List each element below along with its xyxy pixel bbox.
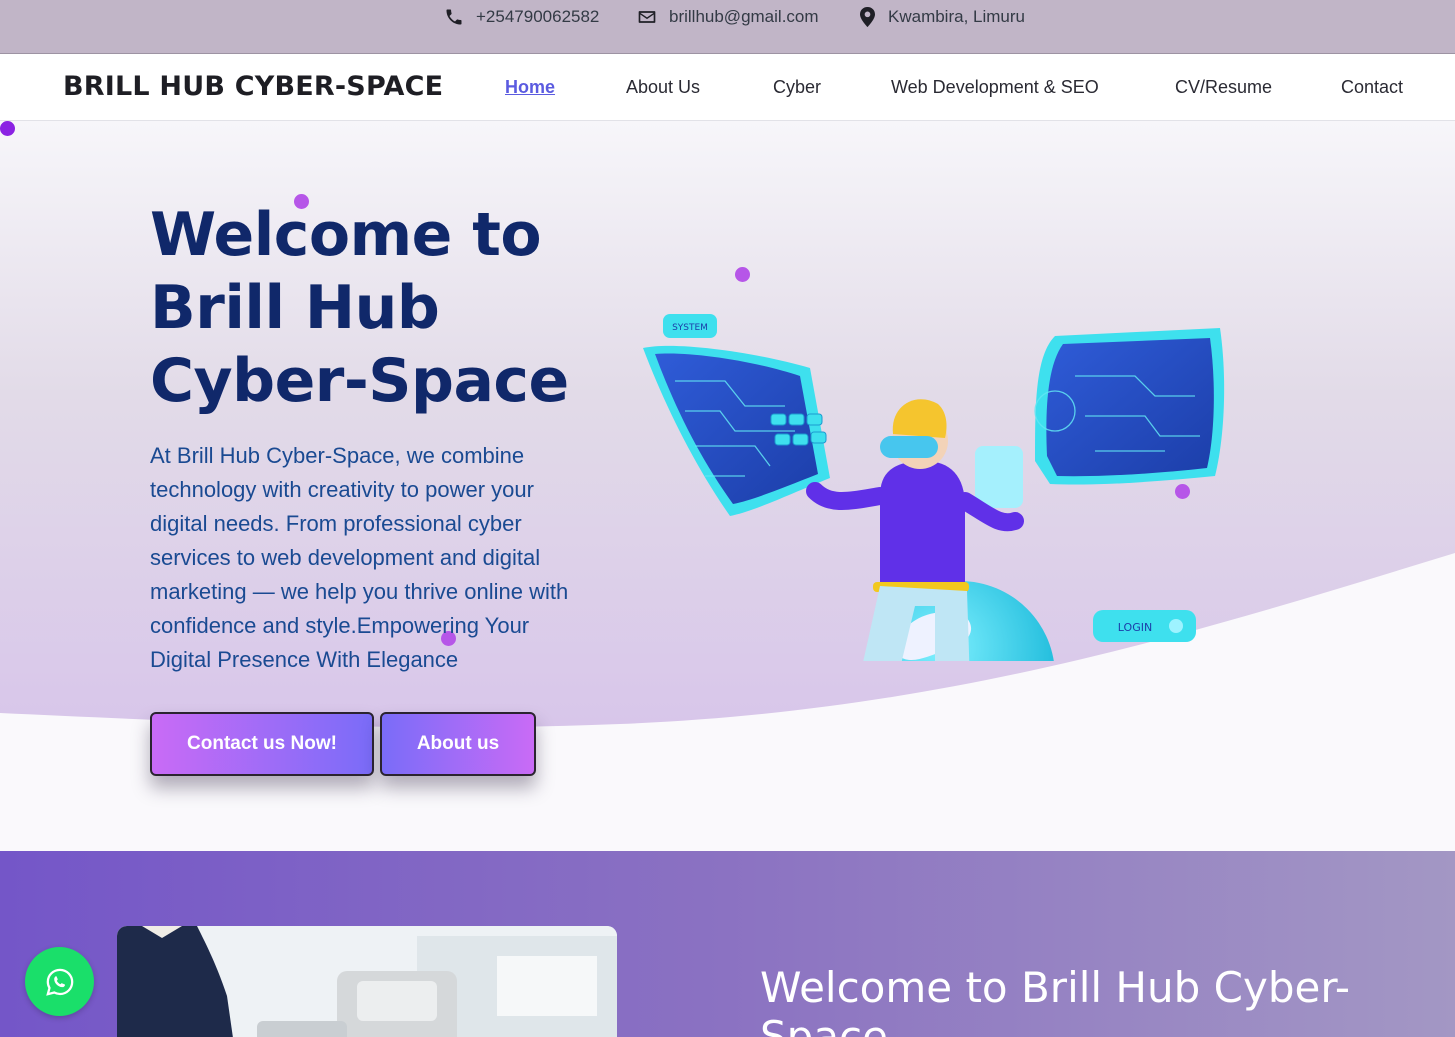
main-navbar: BRILL HUB CYBER-SPACE Home About Us Cybe… — [0, 55, 1455, 121]
hero-title-line: Cyber-Space — [150, 346, 569, 416]
brand-logo-text[interactable]: BRILL HUB CYBER-SPACE — [63, 71, 443, 102]
location-info[interactable]: Kwambira, Limuru — [859, 7, 1025, 27]
nav-link-web-development-seo[interactable]: Web Development & SEO — [891, 77, 1099, 98]
nav-link-about-us[interactable]: About Us — [626, 77, 700, 98]
nav-link-cv-resume[interactable]: CV/Resume — [1175, 77, 1272, 98]
about-us-button[interactable]: About us — [380, 712, 536, 776]
envelope-icon — [638, 11, 656, 23]
top-info-bar: +254790062582 brillhub@gmail.com Kwambir… — [0, 0, 1455, 54]
nav-link-cyber[interactable]: Cyber — [773, 77, 821, 98]
whatsapp-icon — [45, 968, 73, 996]
hero-title: Welcome to Brill Hub Cyber-Space — [150, 199, 610, 418]
phone-icon — [446, 9, 462, 25]
email-info[interactable]: brillhub@gmail.com — [637, 7, 819, 27]
nav-link-contact[interactable]: Contact — [1341, 77, 1403, 98]
location-text: Kwambira, Limuru — [888, 7, 1025, 26]
whatsapp-chat-button[interactable] — [25, 947, 94, 1016]
decor-dot — [0, 121, 15, 136]
contact-us-button[interactable]: Contact us Now! — [150, 712, 374, 776]
hero-title-line: Welcome to — [150, 200, 542, 270]
system-tag: SYSTEM — [663, 314, 717, 338]
phone-number: +254790062582 — [476, 7, 600, 26]
welcome-section: Welcome to Brill Hub Cyber-Space — [0, 851, 1455, 1037]
decor-dot — [735, 267, 750, 282]
phone-info[interactable]: +254790062582 — [444, 7, 599, 27]
vr-user-illustration: SYSTEM LOGIN — [643, 314, 1225, 661]
email-address: brillhub@gmail.com — [669, 7, 819, 26]
system-label: SYSTEM — [672, 323, 708, 333]
login-tag: LOGIN — [1093, 610, 1196, 642]
hero-section: Welcome to Brill Hub Cyber-Space At Bril… — [0, 121, 1455, 851]
hero-title-line: Brill Hub — [150, 273, 440, 343]
office-photo — [117, 926, 617, 1037]
login-label: LOGIN — [1118, 621, 1152, 634]
map-pin-icon — [860, 7, 875, 27]
welcome-heading: Welcome to Brill Hub Cyber-Space — [760, 963, 1351, 1037]
nav-link-home[interactable]: Home — [505, 77, 555, 98]
hero-description: At Brill Hub Cyber-Space, we combine tec… — [150, 443, 569, 672]
